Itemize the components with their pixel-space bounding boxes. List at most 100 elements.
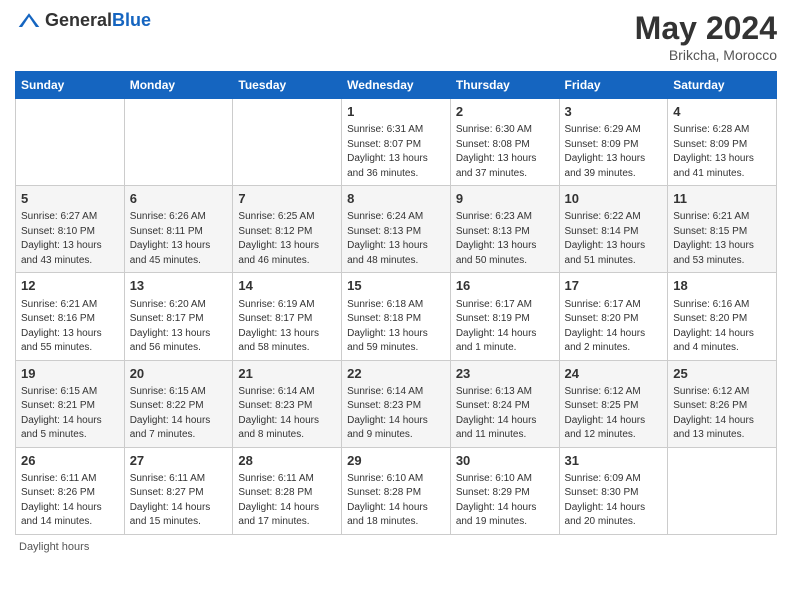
calendar-cell: 30Sunrise: 6:10 AM Sunset: 8:29 PM Dayli…	[450, 447, 559, 534]
col-header-monday: Monday	[124, 72, 233, 99]
day-number: 22	[347, 365, 445, 383]
daylight-label: Daylight hours	[19, 541, 89, 553]
day-info: Sunrise: 6:16 AM Sunset: 8:20 PM Dayligh…	[673, 298, 771, 356]
day-number: 12	[21, 277, 119, 295]
logo: GeneralBlue	[15, 10, 151, 31]
calendar-cell: 9Sunrise: 6:23 AM Sunset: 8:13 PM Daylig…	[450, 186, 559, 273]
month-year: May 2024	[635, 10, 777, 47]
day-info: Sunrise: 6:11 AM Sunset: 8:27 PM Dayligh…	[130, 472, 228, 530]
day-info: Sunrise: 6:14 AM Sunset: 8:23 PM Dayligh…	[347, 385, 445, 443]
calendar-week-row: 19 Sunrise: 6:15 AM Sunset: 8:21 PM Dayli…	[16, 360, 777, 447]
day-number: 26	[21, 452, 119, 470]
calendar-cell: 11Sunrise: 6:21 AM Sunset: 8:15 PM Dayli…	[668, 186, 777, 273]
location: Brikcha, Morocco	[635, 47, 777, 63]
day-info: Sunrise: 6:17 AM Sunset: 8:19 PM Dayligh…	[456, 298, 554, 356]
day-info: Sunrise: 6:26 AM Sunset: 8:11 PM Dayligh…	[130, 210, 228, 268]
day-info: Sunrise: 6:10 AM Sunset: 8:28 PM Dayligh…	[347, 472, 445, 530]
col-header-friday: Friday	[559, 72, 668, 99]
day-info: Sunrise: 6:14 AM Sunset: 8:23 PM Dayligh…	[238, 385, 336, 443]
calendar-cell: 21 Sunrise: 6:14 AM Sunset: 8:23 PM Dayli…	[233, 360, 342, 447]
calendar-cell: 18 Sunrise: 6:16 AM Sunset: 8:20 PM Dayli…	[668, 273, 777, 360]
day-info: Sunrise: 6:22 AM Sunset: 8:14 PM Dayligh…	[565, 210, 663, 268]
day-info: Sunrise: 6:17 AM Sunset: 8:20 PM Dayligh…	[565, 298, 663, 356]
day-number: 8	[347, 190, 445, 208]
day-number: 2	[456, 103, 554, 121]
title-block: May 2024 Brikcha, Morocco	[635, 10, 777, 63]
day-number: 5	[21, 190, 119, 208]
calendar-cell: 26 Sunrise: 6:11 AM Sunset: 8:26 PM Dayli…	[16, 447, 125, 534]
day-info: Sunrise: 6:12 AM Sunset: 8:26 PM Dayligh…	[673, 385, 771, 443]
day-info: Sunrise: 6:25 AM Sunset: 8:12 PM Dayligh…	[238, 210, 336, 268]
day-number: 20	[130, 365, 228, 383]
day-info: Sunrise: 6:11 AM Sunset: 8:28 PM Dayligh…	[238, 472, 336, 530]
footer-note: Daylight hours	[15, 541, 777, 553]
day-info: Sunrise: 6:20 AM Sunset: 8:17 PM Dayligh…	[130, 298, 228, 356]
day-info: Sunrise: 6:31 AM Sunset: 8:07 PM Dayligh…	[347, 123, 445, 181]
day-number: 15	[347, 277, 445, 295]
calendar-cell: 3 Sunrise: 6:29 AM Sunset: 8:09 PM Daylig…	[559, 99, 668, 186]
day-number: 1	[347, 103, 445, 121]
calendar-cell: 8 Sunrise: 6:24 AM Sunset: 8:13 PM Daylig…	[342, 186, 451, 273]
calendar-cell	[233, 99, 342, 186]
calendar-cell: 16 Sunrise: 6:17 AM Sunset: 8:19 PM Dayli…	[450, 273, 559, 360]
day-info: Sunrise: 6:21 AM Sunset: 8:16 PM Dayligh…	[21, 298, 119, 356]
col-header-thursday: Thursday	[450, 72, 559, 99]
day-number: 7	[238, 190, 336, 208]
calendar-cell: 19 Sunrise: 6:15 AM Sunset: 8:21 PM Dayli…	[16, 360, 125, 447]
day-number: 28	[238, 452, 336, 470]
col-header-sunday: Sunday	[16, 72, 125, 99]
col-header-saturday: Saturday	[668, 72, 777, 99]
calendar-cell: 14Sunrise: 6:19 AM Sunset: 8:17 PM Dayli…	[233, 273, 342, 360]
day-info: Sunrise: 6:28 AM Sunset: 8:09 PM Dayligh…	[673, 123, 771, 181]
day-info: Sunrise: 6:15 AM Sunset: 8:21 PM Dayligh…	[21, 385, 119, 443]
day-info: Sunrise: 6:11 AM Sunset: 8:26 PM Dayligh…	[21, 472, 119, 530]
calendar-cell	[124, 99, 233, 186]
day-info: Sunrise: 6:15 AM Sunset: 8:22 PM Dayligh…	[130, 385, 228, 443]
day-number: 24	[565, 365, 663, 383]
day-number: 10	[565, 190, 663, 208]
day-info: Sunrise: 6:18 AM Sunset: 8:18 PM Dayligh…	[347, 298, 445, 356]
day-info: Sunrise: 6:19 AM Sunset: 8:17 PM Dayligh…	[238, 298, 336, 356]
day-number: 11	[673, 190, 771, 208]
calendar-table: SundayMondayTuesdayWednesdayThursdayFrid…	[15, 71, 777, 535]
day-info: Sunrise: 6:09 AM Sunset: 8:30 PM Dayligh…	[565, 472, 663, 530]
logo-blue: Blue	[112, 10, 151, 30]
calendar-week-row: 5 Sunrise: 6:27 AM Sunset: 8:10 PM Daylig…	[16, 186, 777, 273]
col-header-wednesday: Wednesday	[342, 72, 451, 99]
calendar-cell: 15 Sunrise: 6:18 AM Sunset: 8:18 PM Dayli…	[342, 273, 451, 360]
calendar-cell: 5 Sunrise: 6:27 AM Sunset: 8:10 PM Daylig…	[16, 186, 125, 273]
calendar-cell: 31 Sunrise: 6:09 AM Sunset: 8:30 PM Dayli…	[559, 447, 668, 534]
day-info: Sunrise: 6:30 AM Sunset: 8:08 PM Dayligh…	[456, 123, 554, 181]
day-info: Sunrise: 6:29 AM Sunset: 8:09 PM Dayligh…	[565, 123, 663, 181]
calendar-cell: 24 Sunrise: 6:12 AM Sunset: 8:25 PM Dayli…	[559, 360, 668, 447]
day-info: Sunrise: 6:24 AM Sunset: 8:13 PM Dayligh…	[347, 210, 445, 268]
calendar-cell: 2 Sunrise: 6:30 AM Sunset: 8:08 PM Daylig…	[450, 99, 559, 186]
day-number: 30	[456, 452, 554, 470]
calendar-header-row: SundayMondayTuesdayWednesdayThursdayFrid…	[16, 72, 777, 99]
calendar-cell: 27Sunrise: 6:11 AM Sunset: 8:27 PM Dayli…	[124, 447, 233, 534]
calendar-cell: 28 Sunrise: 6:11 AM Sunset: 8:28 PM Dayli…	[233, 447, 342, 534]
calendar-week-row: 1 Sunrise: 6:31 AM Sunset: 8:07 PM Daylig…	[16, 99, 777, 186]
logo-icon	[17, 11, 41, 31]
day-number: 16	[456, 277, 554, 295]
day-number: 19	[21, 365, 119, 383]
page-header: GeneralBlue May 2024 Brikcha, Morocco	[15, 10, 777, 63]
calendar-cell: 17Sunrise: 6:17 AM Sunset: 8:20 PM Dayli…	[559, 273, 668, 360]
day-info: Sunrise: 6:27 AM Sunset: 8:10 PM Dayligh…	[21, 210, 119, 268]
day-number: 3	[565, 103, 663, 121]
calendar-cell: 1 Sunrise: 6:31 AM Sunset: 8:07 PM Daylig…	[342, 99, 451, 186]
day-number: 18	[673, 277, 771, 295]
day-number: 4	[673, 103, 771, 121]
day-number: 31	[565, 452, 663, 470]
day-info: Sunrise: 6:23 AM Sunset: 8:13 PM Dayligh…	[456, 210, 554, 268]
day-info: Sunrise: 6:13 AM Sunset: 8:24 PM Dayligh…	[456, 385, 554, 443]
calendar-cell	[668, 447, 777, 534]
day-number: 21	[238, 365, 336, 383]
day-number: 25	[673, 365, 771, 383]
calendar-cell: 7 Sunrise: 6:25 AM Sunset: 8:12 PM Daylig…	[233, 186, 342, 273]
calendar-cell	[16, 99, 125, 186]
calendar-cell: 25 Sunrise: 6:12 AM Sunset: 8:26 PM Dayli…	[668, 360, 777, 447]
day-number: 13	[130, 277, 228, 295]
calendar-cell: 4 Sunrise: 6:28 AM Sunset: 8:09 PM Daylig…	[668, 99, 777, 186]
day-info: Sunrise: 6:12 AM Sunset: 8:25 PM Dayligh…	[565, 385, 663, 443]
